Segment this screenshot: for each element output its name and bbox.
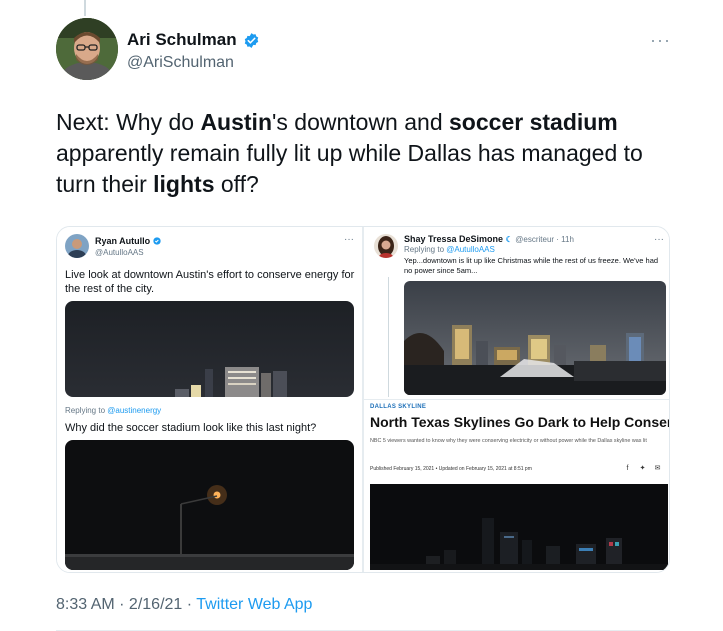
thread-connector-line xyxy=(84,0,86,16)
tweet-source-link[interactable]: Twitter Web App xyxy=(196,596,312,613)
author-handle[interactable]: @AriSchulman xyxy=(127,54,260,72)
tweet-text-part: apparently remain fully lit up while Dal… xyxy=(56,140,643,197)
tweet-text-bold: soccer stadium xyxy=(449,109,618,135)
tweet-text: Next: Why do Austin's downtown and socce… xyxy=(56,107,686,200)
attached-media[interactable]: Ryan Autullo @AutulloAAS ··· Live look a… xyxy=(56,226,670,573)
article-divider xyxy=(364,399,669,400)
stadium-night-photo xyxy=(65,440,354,570)
reply-prefix: Replying to xyxy=(65,406,108,415)
more-dots-icon: ··· xyxy=(654,234,664,245)
embed-author-name-text: Shay Tressa DeSimone xyxy=(404,234,504,244)
embed-author-name-text: Ryan Autullo xyxy=(95,236,151,246)
media-image-left[interactable]: Ryan Autullo @AutulloAAS ··· Live look a… xyxy=(57,227,362,572)
facebook-icon: f xyxy=(626,465,629,472)
author-block: Ari Schulman @AriSchulman xyxy=(127,30,260,72)
embed-tweet-text: Live look at downtown Austin's effort to… xyxy=(65,269,355,295)
reply-prefix: Replying to xyxy=(404,245,447,254)
email-icon: ✉ xyxy=(654,465,661,472)
article-subtitle: NBC 5 viewers wanted to know why they we… xyxy=(370,438,647,444)
article-title: North Texas Skylines Go Dark to Help Con… xyxy=(370,414,670,430)
downtown-night-photo xyxy=(65,301,354,397)
embed-author-handle: @escriteur · 11h xyxy=(515,235,574,244)
reply-mention-link: @austinenergy xyxy=(107,406,162,415)
tweet-timestamp: 8:33 AM · 2/16/21 · Twitter Web App xyxy=(56,596,313,613)
embed-tweet-text: Yep...downtown is lit up like Christmas … xyxy=(404,256,659,275)
reply-mention-link: @AutulloAAS xyxy=(446,245,495,254)
embed-avatar xyxy=(374,234,398,258)
embed-reply-text: Why did the soccer stadium look like thi… xyxy=(65,422,317,434)
author-name-row: Ari Schulman xyxy=(127,30,260,50)
tweet-time[interactable]: 8:33 AM xyxy=(56,596,115,613)
tweet-text-part: 's downtown and xyxy=(272,109,450,135)
embed-reply-to: Replying to @austinenergy xyxy=(65,406,161,415)
author-name[interactable]: Ari Schulman xyxy=(127,30,237,50)
tweet-date[interactable]: 2/16/21 xyxy=(129,596,182,613)
embed-author-handle: @AutulloAAS xyxy=(95,248,144,257)
avatar[interactable] xyxy=(56,18,118,80)
twitter-icon: ✦ xyxy=(639,465,646,472)
thread-connector-line xyxy=(388,277,389,397)
moon-icon: ☾ xyxy=(505,235,513,244)
embed-author-name: Shay Tressa DeSimone ☾ @escriteur · 11h xyxy=(404,234,574,244)
article-date: Published February 15, 2021 • Updated on… xyxy=(370,466,532,472)
more-dots-icon[interactable]: ··· xyxy=(650,30,671,51)
tweet-text-part: Next: Why do xyxy=(56,109,201,135)
tweet-text-bold: lights xyxy=(153,171,215,197)
embed-author-name: Ryan Autullo xyxy=(95,236,161,246)
skyline-dark-photo xyxy=(370,484,668,570)
verified-badge-icon xyxy=(153,237,161,245)
embed-avatar xyxy=(65,234,89,258)
tweet-text-bold: Austin xyxy=(200,109,272,135)
verified-badge-icon xyxy=(244,32,258,48)
article-kicker: DALLAS SKYLINE xyxy=(370,404,427,410)
embed-reply-to: Replying to @AutulloAAS xyxy=(404,245,495,254)
skyline-lit-photo xyxy=(404,281,666,395)
tweet-text-part: off? xyxy=(214,171,259,197)
more-dots-icon: ··· xyxy=(344,234,354,245)
media-image-right[interactable]: Shay Tressa DeSimone ☾ @escriteur · 11h … xyxy=(364,227,670,572)
